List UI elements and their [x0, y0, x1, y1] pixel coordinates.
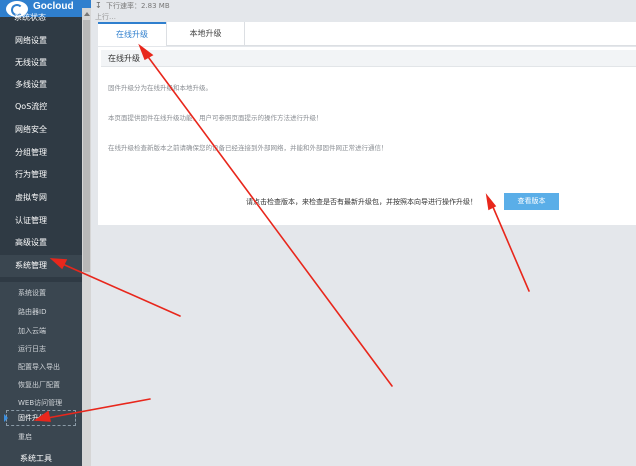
submenu-item-system-settings[interactable]: 系统设置 [0, 284, 82, 303]
sidebar-item-security[interactable]: 网络安全 [0, 119, 82, 141]
submenu-item-firmware-upgrade[interactable]: 固件升级 [0, 409, 82, 428]
sidebar-item-qos[interactable]: QoS流控 [0, 96, 82, 118]
check-version-button[interactable]: 查看版本 [504, 193, 559, 210]
sidebar-item-multiline[interactable]: 多线设置 [0, 74, 82, 96]
download-rate: 下行速率：2.83 MB [106, 2, 170, 10]
sidebar-item-advanced[interactable]: 高级设置 [0, 232, 82, 254]
sidebar-item-behavior[interactable]: 行为管理 [0, 164, 82, 186]
submenu-item-router-id[interactable]: 路由器ID [0, 303, 82, 322]
submenu-item-logs[interactable]: 运行日志 [0, 340, 82, 359]
sidebar-item-system-tools[interactable]: 系统工具 [0, 453, 82, 466]
scroll-thumb[interactable] [83, 20, 90, 272]
sidebar-item-vpn[interactable]: 虚拟专网 [0, 187, 82, 209]
sidebar-item-wireless[interactable]: 无线设置 [0, 52, 82, 74]
submenu-item-factory-reset[interactable]: 恢复出厂配置 [0, 376, 82, 395]
logo-text: Gocloud [33, 1, 74, 12]
tab-divider [244, 22, 245, 46]
description-line: 固件升级分为在线升级和本地升级。 [108, 84, 212, 92]
upload-rate: 上行… [95, 13, 116, 21]
check-version-hint: 请点击检查版本，来检查是否有最新升级包，并按照本向导进行操作升级！ [246, 198, 477, 206]
panel-header [101, 50, 636, 67]
scroll-up-icon[interactable] [84, 12, 90, 16]
submenu-item-config-import-export[interactable]: 配置导入导出 [0, 358, 82, 377]
tab-online-upgrade[interactable]: 在线升级 [98, 22, 166, 46]
sidebar-item-system-status[interactable]: 系统状态 [14, 12, 46, 23]
download-arrow-icon: ↧ [95, 1, 102, 10]
sidebar-item-system-management[interactable]: 系统管理 [0, 255, 82, 277]
sidebar-item-groups[interactable]: 分组管理 [0, 142, 82, 164]
sidebar-item-network[interactable]: 网络设置 [0, 30, 82, 52]
description-line: 在线升级检查新版本之前请确保您的设备已经连接到外部网络，并能和外部固件网正常进行… [108, 144, 388, 152]
sidebar-item-auth[interactable]: 认证管理 [0, 210, 82, 232]
tab-local-upgrade[interactable]: 本地升级 [167, 22, 244, 46]
description-line: 本页面提供固件在线升级功能，用户可参照页面提示的操作方法进行升级！ [108, 114, 323, 122]
status-strip [91, 0, 636, 20]
submenu-item-join-cloud[interactable]: 加入云端 [0, 322, 82, 341]
submenu-item-reboot[interactable]: 重启 [0, 428, 82, 447]
panel-title: 在线升级 [108, 54, 140, 63]
